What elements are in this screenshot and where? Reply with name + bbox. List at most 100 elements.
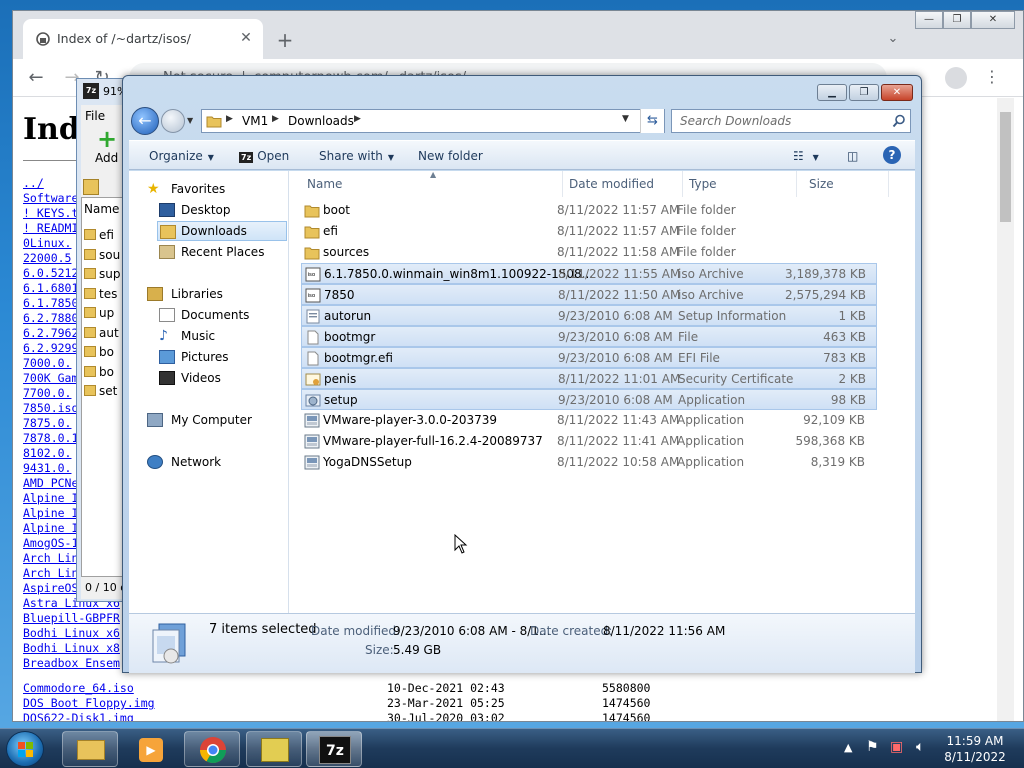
sevenzip-add-button[interactable]: + Add — [87, 127, 123, 169]
nav-my-computer[interactable]: My Computer — [147, 410, 287, 430]
file-row[interactable]: bootmgr.efi 9/23/2010 6:08 AM EFI File 783 … — [301, 347, 877, 368]
file-row[interactable]: boot 8/11/2022 11:57 AM File folder — [301, 200, 877, 221]
search-box[interactable]: Search Downloads — [671, 109, 911, 133]
nav-network[interactable]: Network — [147, 452, 287, 472]
nav-downloads[interactable]: Downloads — [157, 221, 287, 241]
breadcrumb-vm1[interactable]: VM1 — [242, 114, 268, 128]
nav-documents[interactable]: Documents — [159, 305, 287, 325]
browser-tab[interactable]: Index of /~dartz/isos/ ✕ — [23, 19, 263, 59]
start-button[interactable] — [6, 731, 44, 767]
browser-minimize-button[interactable]: — — [915, 11, 943, 29]
tab-search-icon[interactable]: ⌄ — [883, 31, 903, 51]
help-icon[interactable]: ? — [883, 146, 901, 164]
back-arrow-icon[interactable]: ← — [25, 67, 47, 89]
taskbar-explorer-button[interactable] — [62, 731, 118, 767]
preview-pane-icon[interactable]: ◫ — [847, 149, 858, 163]
sevenzip-list-item[interactable]: bo — [84, 365, 124, 384]
file-row[interactable]: VMware-player-full-16.2.4-20089737 8/11/2… — [301, 431, 877, 452]
file-date-modified: 8/11/2022 11:57 AM — [557, 203, 680, 217]
show-hidden-icons-icon[interactable]: ▲ — [844, 741, 852, 754]
new-tab-icon[interactable]: + — [275, 30, 295, 51]
iso-icon: iso — [305, 267, 321, 282]
volume-icon[interactable]: 🔈︎ — [916, 739, 924, 755]
file-row[interactable]: setup 9/23/2010 6:08 AM Application 98 KB — [301, 389, 877, 410]
sevenzip-list-item[interactable]: set — [84, 384, 124, 403]
explorer-maximize-button[interactable]: ❐ — [849, 84, 879, 101]
back-button[interactable]: ← — [131, 107, 159, 135]
history-dropdown-icon[interactable]: ▼ — [187, 116, 193, 125]
file-row[interactable]: autorun 9/23/2010 6:08 AM Setup Informatio… — [301, 305, 877, 326]
browser-menu-icon[interactable]: ⋮ — [983, 67, 1001, 89]
new-folder-button[interactable]: New folder — [418, 149, 483, 163]
explorer-content: ★ Favorites Desktop Downloads Recent Pla… — [129, 170, 915, 673]
file-row[interactable]: VMware-player-3.0.0-203739 8/11/2022 11:4… — [301, 410, 877, 431]
explorer-minimize-button[interactable]: ▁ — [817, 84, 847, 101]
change-view-icon[interactable]: ☷ ▼ — [793, 149, 819, 163]
tray-clock[interactable]: 11:59 AM 8/11/2022 — [940, 733, 1010, 765]
nav-desktop[interactable]: Desktop — [159, 200, 287, 220]
action-center-icon[interactable]: ⚑ — [866, 739, 879, 755]
column-header-size[interactable]: Size — [809, 171, 889, 197]
column-header-date[interactable]: Date modified — [569, 171, 683, 197]
file-row[interactable]: efi 8/11/2022 11:57 AM File folder — [301, 221, 877, 242]
refresh-icon[interactable]: ⇆ — [640, 109, 664, 133]
explorer-close-button[interactable]: ✕ — [881, 84, 913, 101]
listing-file-link[interactable]: DOS622-Disk1.img — [23, 711, 134, 721]
file-row[interactable]: sources 8/11/2022 11:58 AM File folder — [301, 242, 877, 263]
nav-music[interactable]: ♪ Music — [159, 326, 287, 346]
listing-file-link[interactable]: DOS Boot Floppy.img — [23, 696, 155, 711]
tab-strip: Index of /~dartz/isos/ ✕ + ⌄ — ❐ ✕ — [13, 11, 1023, 59]
nav-recent-places[interactable]: Recent Places — [159, 242, 287, 262]
column-header-type[interactable]: Type — [689, 171, 797, 197]
file-list: Name ▲ Date modified Type Size boot 8/11/2… — [291, 170, 915, 613]
taskbar-sevenzip-button[interactable]: 7z — [306, 731, 362, 767]
scrollbar-thumb[interactable] — [1000, 112, 1011, 222]
taskbar-archive-app-button[interactable] — [246, 731, 302, 767]
breadcrumb-separator[interactable]: ▶ — [272, 114, 279, 124]
sevenzip-list-item[interactable]: sup — [84, 267, 124, 286]
organize-button[interactable]: Organize ▼ — [149, 149, 214, 163]
nav-favorites[interactable]: ★ Favorites — [147, 179, 287, 199]
sevenzip-list-item[interactable]: sou — [84, 248, 124, 267]
address-dropdown-icon[interactable]: ▼ — [622, 114, 629, 124]
sevenzip-list-item[interactable]: bo — [84, 345, 124, 364]
nav-videos[interactable]: Videos — [159, 368, 287, 388]
open-button[interactable]: 7z Open — [239, 149, 289, 163]
breadcrumb-separator[interactable]: ▶ — [354, 114, 361, 124]
up-folder-icon[interactable] — [83, 179, 99, 195]
listing-file-link[interactable]: Commodore_64.iso — [23, 681, 134, 696]
file-row[interactable]: YogaDNSSetup 8/11/2022 10:58 AM Applicatio… — [301, 452, 877, 473]
taskbar-chrome-button[interactable] — [184, 731, 240, 767]
file-row[interactable]: penis 8/11/2022 11:01 AM Security Certific… — [301, 368, 877, 389]
profile-avatar-icon[interactable] — [945, 67, 967, 89]
browser-maximize-button[interactable]: ❐ — [943, 11, 971, 29]
forward-button[interactable] — [161, 109, 185, 133]
tab-close-icon[interactable]: ✕ — [237, 29, 255, 47]
share-with-button[interactable]: Share with ▼ — [319, 149, 394, 163]
file-row[interactable]: iso 7850 8/11/2022 11:50 AM iso Archive 2,57… — [301, 284, 877, 305]
sevenzip-menu-file[interactable]: File — [85, 109, 105, 123]
listing-link[interactable]: Bodhi Linux x6 — [23, 626, 120, 641]
file-date-modified: 8/11/2022 11:55 AM — [558, 267, 681, 281]
listing-link[interactable]: Bodhi Linux x8 — [23, 641, 120, 656]
network-status-icon[interactable]: ▣ — [890, 739, 903, 755]
breadcrumb-downloads[interactable]: Downloads — [288, 114, 354, 128]
file-row[interactable]: bootmgr 9/23/2010 6:08 AM File 463 KB — [301, 326, 877, 347]
taskbar-media-player-button[interactable]: ▶ — [122, 731, 178, 767]
listing-link[interactable]: Bluepill-GBPFR — [23, 611, 120, 626]
sevenzip-list-item[interactable]: up — [84, 306, 124, 325]
sevenzip-list-item[interactable]: aut — [84, 326, 124, 345]
sevenzip-list-item[interactable]: tes — [84, 287, 124, 306]
nav-libraries[interactable]: Libraries — [147, 284, 287, 304]
sevenzip-list-item[interactable]: efi — [84, 228, 124, 247]
file-row[interactable]: iso 6.1.7850.0.winmain_win8m1.100922-1508… — [301, 263, 877, 284]
listing-link[interactable]: Breadbox Ensem — [23, 656, 120, 671]
page-scrollbar[interactable] — [997, 98, 1014, 721]
file-size: 2 KB — [838, 372, 866, 386]
nav-pictures[interactable]: Pictures — [159, 347, 287, 367]
search-icon[interactable] — [892, 114, 906, 128]
browser-close-button[interactable]: ✕ — [971, 11, 1015, 29]
column-header-name[interactable]: Name ▲ — [307, 170, 563, 197]
breadcrumb-separator[interactable]: ▶ — [226, 114, 233, 124]
explorer-address-bar[interactable]: ▶ VM1 ▶ Downloads ▶ ▼ — [201, 109, 665, 133]
